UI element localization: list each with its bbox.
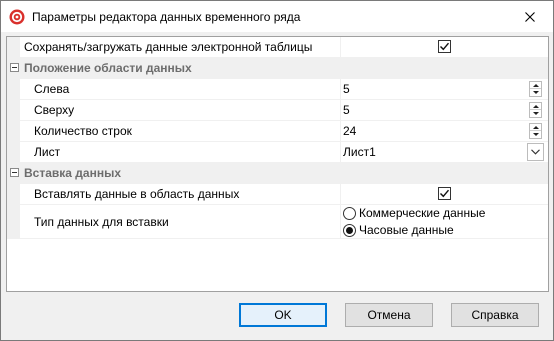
row-gutter	[7, 205, 20, 238]
sheet-label: Лист	[34, 145, 61, 159]
column-divider	[340, 142, 341, 162]
top-spinner[interactable]	[529, 102, 542, 118]
insert-into-area-label: Вставлять данные в область данных	[34, 187, 240, 201]
property-row-sheet: Лист Лист1	[7, 142, 548, 163]
triangle-up-icon	[532, 104, 539, 108]
title-bar: Параметры редактора данных временного ря…	[1, 1, 553, 32]
column-divider	[340, 121, 341, 141]
cancel-button[interactable]: Отмена	[345, 303, 433, 327]
close-button[interactable]	[507, 1, 553, 32]
left-value-field[interactable]: 5	[343, 79, 350, 99]
column-divider	[340, 100, 341, 120]
property-row-save-load: Сохранять/загружать данные электронной т…	[7, 37, 548, 58]
spin-down-button[interactable]	[530, 89, 541, 96]
left-label: Слева	[34, 82, 70, 96]
spin-up-button[interactable]	[530, 124, 541, 131]
app-logo-icon	[9, 9, 25, 25]
data-type-label: Тип данных для вставки	[34, 214, 169, 229]
row-count-spinner[interactable]	[529, 123, 542, 139]
row-gutter	[7, 100, 20, 120]
property-grid: Сохранять/загружать данные электронной т…	[6, 36, 549, 292]
triangle-down-icon	[532, 133, 539, 136]
triangle-up-icon	[532, 125, 539, 129]
column-divider	[340, 37, 341, 57]
checkmark-icon	[440, 189, 450, 198]
spin-down-button[interactable]	[530, 110, 541, 117]
category-data-insert[interactable]: Вставка данных	[7, 163, 548, 184]
triangle-down-icon	[532, 91, 539, 94]
radio-option-label: Коммерческие данные	[359, 206, 486, 220]
ok-button[interactable]: OK	[239, 303, 327, 327]
radio-option-commercial[interactable]: Коммерческие данные	[343, 205, 485, 221]
help-button[interactable]: Справка	[451, 303, 539, 327]
row-count-value-field[interactable]: 24	[343, 121, 356, 141]
top-value-field[interactable]: 5	[343, 100, 350, 120]
save-load-checkbox[interactable]	[438, 40, 451, 53]
property-row-row-count: Количество строк 24	[7, 121, 548, 142]
category-data-area[interactable]: Положение области данных	[7, 58, 548, 79]
collapse-icon[interactable]	[10, 63, 19, 72]
spin-down-button[interactable]	[530, 131, 541, 138]
property-row-data-type: Тип данных для вставки Коммерческие данн…	[7, 205, 548, 239]
row-gutter	[7, 184, 20, 204]
sheet-dropdown-button[interactable]	[527, 143, 544, 161]
dialog-window: Параметры редактора данных временного ря…	[0, 0, 554, 341]
property-row-top: Сверху 5	[7, 100, 548, 121]
radio-button[interactable]	[343, 206, 356, 220]
top-label: Сверху	[34, 103, 75, 117]
property-row-insert-into-area: Вставлять данные в область данных	[7, 184, 548, 205]
radio-option-hourly[interactable]: Часовые данные	[343, 222, 454, 238]
spin-up-button[interactable]	[530, 103, 541, 110]
window-title: Параметры редактора данных временного ря…	[32, 10, 301, 24]
save-load-label: Сохранять/загружать данные электронной т…	[24, 40, 313, 54]
left-spinner[interactable]	[529, 81, 542, 97]
row-gutter	[7, 121, 20, 141]
row-gutter	[7, 142, 20, 162]
property-row-left: Слева 5	[7, 79, 548, 100]
category-label: Положение области данных	[24, 61, 192, 75]
collapse-icon[interactable]	[10, 168, 19, 177]
column-divider	[340, 184, 341, 204]
column-divider	[340, 205, 341, 238]
category-label: Вставка данных	[24, 166, 121, 180]
checkmark-icon	[440, 42, 450, 51]
row-gutter	[7, 79, 20, 99]
row-gutter	[7, 37, 20, 57]
radio-option-label: Часовые данные	[359, 223, 454, 237]
triangle-up-icon	[532, 83, 539, 87]
spin-up-button[interactable]	[530, 82, 541, 89]
close-icon	[525, 11, 535, 22]
chevron-down-icon	[531, 149, 540, 155]
column-divider	[340, 79, 341, 99]
row-count-label: Количество строк	[34, 124, 132, 138]
triangle-down-icon	[532, 112, 539, 115]
sheet-select[interactable]: Лист1	[343, 142, 376, 162]
insert-into-area-checkbox[interactable]	[438, 187, 451, 200]
radio-button[interactable]	[343, 223, 356, 237]
